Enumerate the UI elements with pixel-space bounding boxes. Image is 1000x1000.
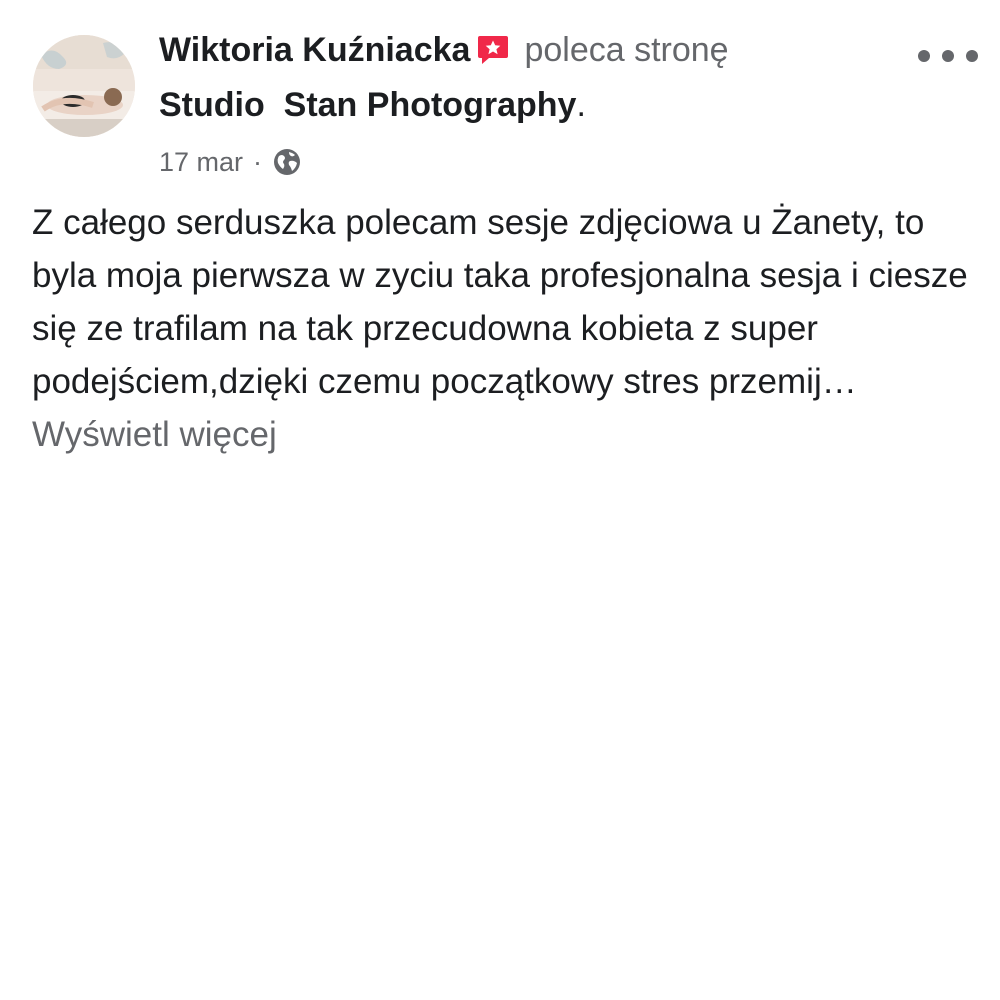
post-meta: 17 mar · [159, 144, 919, 180]
post-body: Z całego serduszka polecam sesje zdjęcio… [32, 196, 982, 461]
more-options-icon [918, 50, 930, 62]
recommended-page-line: Studio Stan Photography. [159, 80, 919, 130]
post-text: Z całego serduszka polecam sesje zdjęcio… [32, 203, 968, 401]
meta-separator: · [253, 147, 263, 177]
author-name[interactable]: Wiktoria Kuźniacka [159, 31, 470, 69]
more-options-dot [966, 50, 978, 62]
globe-icon[interactable] [272, 147, 302, 177]
more-options-button[interactable] [918, 38, 978, 74]
recommendation-star-icon [476, 32, 510, 80]
period: . [576, 86, 586, 124]
see-more-link[interactable]: Wyświetl więcej [32, 415, 277, 454]
post-date[interactable]: 17 mar [159, 144, 243, 180]
avatar-photo [33, 35, 135, 137]
page-name-link[interactable]: Studio Stan Photography [159, 86, 576, 124]
action-text: poleca stronę [524, 31, 729, 69]
avatar[interactable] [33, 35, 135, 137]
more-options-dot [942, 50, 954, 62]
post-header: Wiktoria Kuźniacka poleca stronę Studio … [159, 26, 919, 180]
recommendation-post: Wiktoria Kuźniacka poleca stronę Studio … [0, 0, 1000, 1000]
header-line: Wiktoria Kuźniacka poleca stronę [159, 26, 919, 80]
